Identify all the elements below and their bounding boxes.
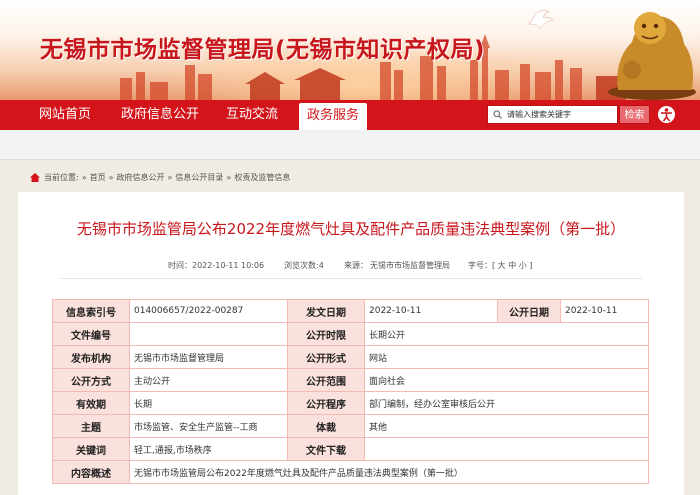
home-icon: [30, 173, 40, 182]
table-label: 公开形式: [287, 345, 365, 369]
nav-item-gov-info[interactable]: 政府信息公开: [108, 100, 212, 130]
dove-icon: [528, 10, 554, 29]
breadcrumb-separator: »: [167, 173, 173, 182]
table-label: 内容概述: [52, 460, 130, 484]
table-value: 2022-10-11: [560, 299, 649, 323]
site-title[interactable]: 无锡市市场监督管理局(无锡市知识产权局): [40, 30, 485, 64]
lion-statue-icon: [608, 12, 696, 100]
meta-divider: [60, 278, 642, 279]
table-label: 公开程序: [287, 391, 365, 415]
table-value: 014006657/2022-00287: [129, 299, 288, 323]
table-value: 2022-10-11: [364, 299, 498, 323]
table-label: 关键词: [52, 437, 130, 461]
table-label: 有效期: [52, 391, 130, 415]
breadcrumb-regulatory-info[interactable]: 权责及监管信息: [234, 172, 290, 183]
article-source-value: 无锡市市场监督管理局: [370, 261, 450, 270]
table-label: 信息索引号: [52, 299, 130, 323]
table-label: 主题: [52, 414, 130, 438]
table-value: 主动公开: [129, 368, 288, 392]
nav-item-interaction[interactable]: 互动交流: [214, 100, 290, 130]
table-value: 长期公开: [364, 322, 649, 346]
breadcrumb: 当前位置: » 首页 » 政府信息公开 » 信息公开目录 » 权责及监管信息: [30, 172, 293, 183]
table-row: 主题 市场监管、安全生产监管--工商 体裁 其他: [52, 414, 649, 438]
table-value: 其他: [364, 414, 649, 438]
table-row: 有效期 长期 公开程序 部门编制，经办公室审核后公开: [52, 391, 649, 415]
info-table: 信息索引号 014006657/2022-00287 发文日期 2022-10-…: [52, 299, 649, 484]
table-label: 文件编号: [52, 322, 130, 346]
table-label: 体裁: [287, 414, 365, 438]
table-value: 面向社会: [364, 368, 649, 392]
search-button[interactable]: 检索: [619, 105, 650, 124]
table-value: [364, 437, 649, 461]
accessibility-icon[interactable]: [656, 104, 677, 125]
table-row: 文件编号 公开时限 长期公开: [52, 322, 649, 346]
search-placeholder: 请输入搜索关键字: [507, 110, 571, 119]
nav-item-gov-service[interactable]: 政务服务: [299, 103, 367, 130]
breadcrumb-separator: »: [108, 173, 114, 182]
table-label: 公开日期: [497, 299, 561, 323]
table-row: 发布机构 无锡市市场监督管理局 公开形式 网站: [52, 345, 649, 369]
breadcrumb-catalog[interactable]: 信息公开目录: [175, 172, 223, 183]
breadcrumb-separator: »: [226, 173, 232, 182]
table-label: 公开范围: [287, 368, 365, 392]
breadcrumb-home[interactable]: 首页: [90, 172, 106, 183]
table-value: 市场监管、安全生产监管--工商: [129, 414, 288, 438]
breadcrumb-gov-info[interactable]: 政府信息公开: [117, 172, 165, 183]
table-row: 关键词 轻工,通报,市场秩序 文件下载: [52, 437, 649, 461]
breadcrumb-separator: »: [81, 173, 87, 182]
table-label: 文件下载: [287, 437, 365, 461]
article-source-label: 来源：: [344, 261, 368, 270]
nav-item-home[interactable]: 网站首页: [28, 100, 102, 130]
article-views: 浏览次数:4: [284, 261, 324, 270]
table-row: 公开方式 主动公开 公开范围 面向社会: [52, 368, 649, 392]
table-row: 信息索引号 014006657/2022-00287 发文日期 2022-10-…: [52, 299, 649, 323]
table-label: 公开时限: [287, 322, 365, 346]
search-input[interactable]: 请输入搜索关键字: [487, 105, 618, 124]
article-title: 无锡市市场监管局公布2022年度燃气灶具及配件产品质量违法典型案例（第一批）: [76, 220, 626, 238]
table-value: 长期: [129, 391, 288, 415]
table-row: 内容概述 无锡市市场监管局公布2022年度燃气灶具及配件产品质量违法典型案例（第…: [52, 460, 649, 484]
table-value: 网站: [364, 345, 649, 369]
breadcrumb-current-label: 当前位置:: [44, 173, 79, 182]
sub-nav-bar: [0, 130, 700, 160]
font-size-switcher[interactable]: 字号：[ 大 中 小 ]: [468, 260, 532, 271]
table-value: [129, 322, 288, 346]
table-label: 发布机构: [52, 345, 130, 369]
table-value: 部门编制，经办公室审核后公开: [364, 391, 649, 415]
search-icon: [493, 110, 502, 119]
site-banner: 无锡市市场监督管理局(无锡市知识产权局): [0, 0, 700, 100]
table-value: 无锡市市场监管局公布2022年度燃气灶具及配件产品质量违法典型案例（第一批）: [129, 460, 649, 484]
article-time: 时间：2022-10-11 10:06: [168, 261, 265, 270]
table-value: 无锡市市场监督管理局: [129, 345, 288, 369]
table-label: 发文日期: [287, 299, 365, 323]
table-value: 轻工,通报,市场秩序: [129, 437, 288, 461]
table-label: 公开方式: [52, 368, 130, 392]
